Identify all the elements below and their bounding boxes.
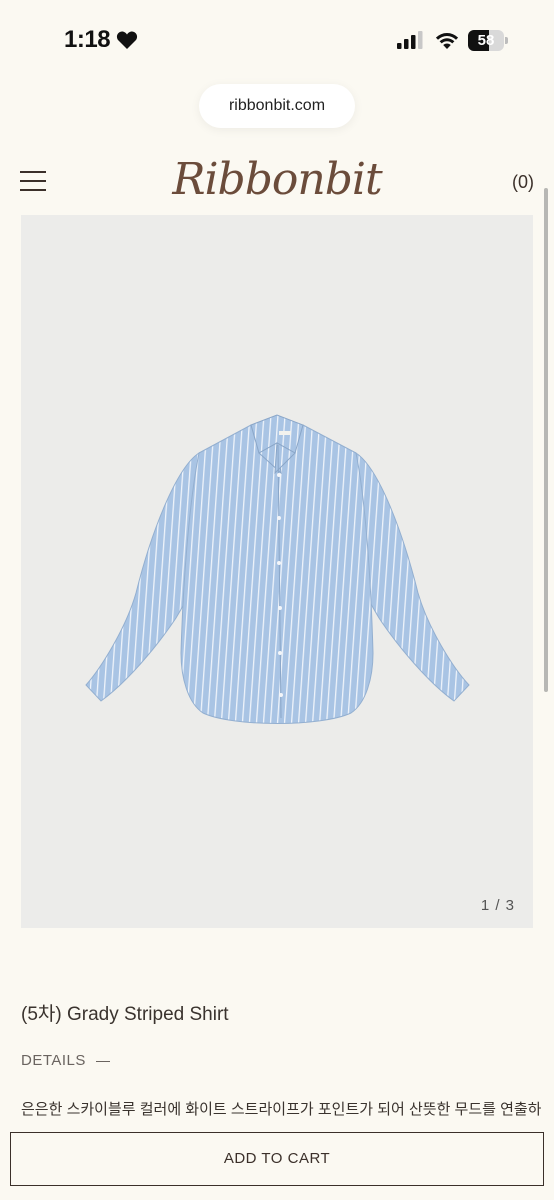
product-image-gallery[interactable]: 1 / 3: [21, 215, 533, 928]
product-shirt-image: [85, 414, 470, 724]
battery-percent: 58: [477, 32, 495, 49]
site-header: Ribbonbit (0): [0, 150, 554, 214]
wifi-icon: [435, 33, 459, 49]
battery-indicator: 58: [468, 30, 508, 51]
cart-count-link[interactable]: (0): [512, 172, 534, 193]
details-toggle[interactable]: DETAILS: [21, 1052, 110, 1069]
status-time: 1:18: [64, 26, 111, 53]
site-logo[interactable]: Ribbonbit: [0, 154, 554, 205]
address-bar[interactable]: ribbonbit.com: [199, 84, 355, 128]
minus-icon: [95, 1060, 110, 1062]
add-to-cart-button[interactable]: ADD TO CART: [10, 1132, 544, 1186]
heart-icon: [116, 31, 138, 49]
status-bar: 1:18 58: [0, 0, 554, 84]
image-counter: 1 / 3: [480, 897, 515, 914]
bottom-cart-bar: ADD TO CART: [0, 1122, 554, 1200]
cellular-signal-icon: [397, 31, 423, 49]
details-label: DETAILS: [21, 1052, 86, 1069]
scrollbar[interactable]: [544, 188, 548, 692]
product-description: 은은한 스카이블루 컬러에 화이트 스트라이프가 포인트가 되어 산뜻한 무드를…: [21, 1101, 541, 1118]
product-title: (5차) Grady Striped Shirt: [21, 1004, 229, 1025]
